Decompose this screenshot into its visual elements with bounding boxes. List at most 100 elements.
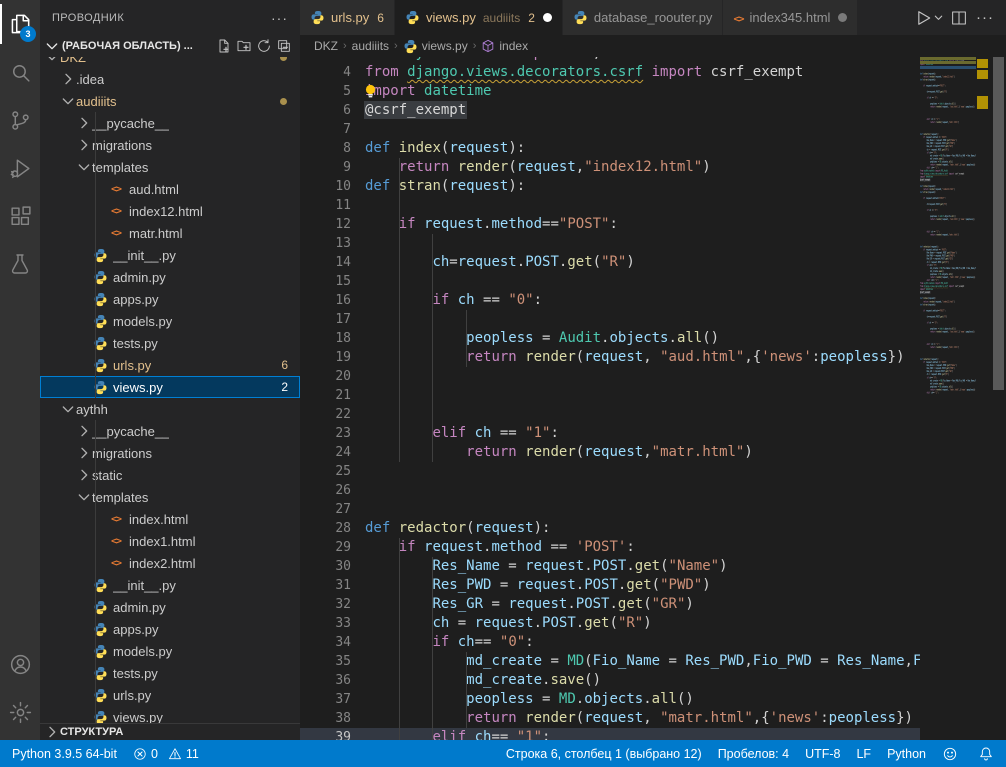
tree-item-templates[interactable]: templates [40, 156, 300, 178]
code-line-7[interactable]: 7 [300, 120, 920, 139]
scrollbar-thumb[interactable] [993, 57, 1004, 390]
tree-item-index2.html[interactable]: <>index2.html [40, 552, 300, 574]
code-line-8[interactable]: 8def index(request): [300, 139, 920, 158]
tree-item-__pycache__[interactable]: __pycache__ [40, 420, 300, 442]
code-line-15[interactable]: 15 [300, 272, 920, 291]
code-line-4[interactable]: 4from django.views.decorators.csrf impor… [300, 63, 920, 82]
tree-item-admin.py[interactable]: admin.py [40, 596, 300, 618]
tree-item-views.py[interactable]: views.py [40, 706, 300, 723]
code-line-12[interactable]: 12 if request.method=="POST": [300, 215, 920, 234]
tree-item-index12.html[interactable]: <>index12.html [40, 200, 300, 222]
tree-item-models.py[interactable]: models.py [40, 310, 300, 332]
code-line-19[interactable]: 19 return render(request, "aud.html",{'n… [300, 348, 920, 367]
run-dropdown[interactable] [930, 5, 946, 31]
tree-item-audiiits[interactable]: audiiits [40, 90, 300, 112]
code-line-29[interactable]: 29 if request.method == 'POST': [300, 538, 920, 557]
breadcrumb-DKZ[interactable]: DKZ [314, 39, 338, 53]
code-line-27[interactable]: 27 [300, 500, 920, 519]
tab-index345.html[interactable]: <>index345.html [723, 0, 858, 35]
tree-item-matr.html[interactable]: <>matr.html [40, 222, 300, 244]
code-editor[interactable]: 3from aythh.models import MD,Audit4from … [300, 57, 1006, 740]
vertical-scrollbar[interactable] [991, 57, 1006, 740]
breadcrumb-index[interactable]: index [481, 39, 528, 53]
tree-item-aud.html[interactable]: <>aud.html [40, 178, 300, 200]
tree-item-index1.html[interactable]: <>index1.html [40, 530, 300, 552]
lightbulb-icon[interactable] [364, 84, 377, 99]
tab-database_roouter.py[interactable]: database_roouter.py [563, 0, 724, 35]
statusbar-python-version[interactable]: Python 3.9.5 64-bit [4, 740, 125, 767]
tree-item-views.py[interactable]: views.py2 [40, 376, 300, 398]
tree-item-tests.py[interactable]: tests.py [40, 332, 300, 354]
statusbar-language-mode[interactable]: Python [879, 740, 934, 767]
tab-urls.py[interactable]: urls.py6 [300, 0, 395, 35]
code-line-16[interactable]: 16 if ch == "0": [300, 291, 920, 310]
code-line-11[interactable]: 11 [300, 196, 920, 215]
tree-item-admin.py[interactable]: admin.py [40, 266, 300, 288]
tree-item-__init__.py[interactable]: __init__.py [40, 574, 300, 596]
statusbar-cursor-position[interactable]: Строка 6, столбец 1 (выбрано 12) [498, 740, 710, 767]
tree-item-index.html[interactable]: <>index.html [40, 508, 300, 530]
sidebar-more-actions-button[interactable]: ··· [271, 10, 288, 26]
statusbar-encoding[interactable]: UTF-8 [797, 740, 848, 767]
tree-item-apps.py[interactable]: apps.py [40, 288, 300, 310]
tree-item-urls.py[interactable]: urls.py6 [40, 354, 300, 376]
activity-explorer[interactable]: 3 [0, 0, 40, 48]
code-line-10[interactable]: 10def stran(request): [300, 177, 920, 196]
new-folder-icon[interactable] [234, 36, 254, 56]
tree-item-models.py[interactable]: models.py [40, 640, 300, 662]
code-line-28[interactable]: 28def redactor(request): [300, 519, 920, 538]
code-line-36[interactable]: 36 md_create.save() [300, 671, 920, 690]
more-actions-button[interactable]: ··· [972, 5, 998, 31]
modified-dot[interactable] [543, 13, 552, 22]
tree-item-aythh[interactable]: aythh [40, 398, 300, 420]
code-line-20[interactable]: 20 [300, 367, 920, 386]
code-line-25[interactable]: 25 [300, 462, 920, 481]
activity-testing[interactable] [0, 240, 40, 288]
code-line-6[interactable]: 6@csrf_exempt [300, 101, 920, 120]
code-line-23[interactable]: 23 elif ch == "1": [300, 424, 920, 443]
outline-section-header[interactable]: СТРУКТУРА [40, 723, 300, 740]
tree-item-DKZ[interactable]: DKZ [40, 57, 300, 68]
tree-item-tests.py[interactable]: tests.py [40, 662, 300, 684]
tree-item-urls.py[interactable]: urls.py [40, 684, 300, 706]
code-line-14[interactable]: 14 ch=request.POST.get("R") [300, 253, 920, 272]
statusbar-feedback[interactable] [934, 740, 970, 767]
code-line-22[interactable]: 22 [300, 405, 920, 424]
code-line-5[interactable]: 5import datetime [300, 82, 920, 101]
breadcrumb-views.py[interactable]: views.py [403, 39, 468, 54]
workspace-section-header[interactable]: (РАБОЧАЯ ОБЛАСТЬ) ... [40, 35, 300, 57]
minimap[interactable]: from aythh.models import MD,Auditfrom dj… [920, 57, 976, 740]
code-line-17[interactable]: 17 [300, 310, 920, 329]
code-line-32[interactable]: 32 Res_GR = request.POST.get("GR") [300, 595, 920, 614]
refresh-icon[interactable] [254, 36, 274, 56]
breadcrumb-audiiits[interactable]: audiiits [352, 39, 389, 53]
tree-item-__pycache__[interactable]: __pycache__ [40, 112, 300, 134]
statusbar-eol[interactable]: LF [848, 740, 879, 767]
tree-item-migrations[interactable]: migrations [40, 134, 300, 156]
statusbar-notifications[interactable] [970, 740, 1006, 767]
tree-item-migrations[interactable]: migrations [40, 442, 300, 464]
tree-item-static[interactable]: static [40, 464, 300, 486]
tree-item-templates[interactable]: templates [40, 486, 300, 508]
code-line-31[interactable]: 31 Res_PWD = request.POST.get("PWD") [300, 576, 920, 595]
code-line-35[interactable]: 35 md_create = MD(Fio_Name = Res_PWD,Fio… [300, 652, 920, 671]
code-line-13[interactable]: 13 [300, 234, 920, 253]
code-line-21[interactable]: 21 [300, 386, 920, 405]
code-line-24[interactable]: 24 return render(request,"matr.html") [300, 443, 920, 462]
modified-dot[interactable] [838, 13, 847, 22]
code-line-30[interactable]: 30 Res_Name = request.POST.get("Name") [300, 557, 920, 576]
activity-extensions[interactable] [0, 192, 40, 240]
activity-source-control[interactable] [0, 96, 40, 144]
statusbar-problems[interactable]: 011 [125, 740, 207, 767]
code-line-39[interactable]: 39 elif ch== "1": [300, 728, 920, 740]
new-file-icon[interactable] [214, 36, 234, 56]
tree-item-__init__.py[interactable]: __init__.py [40, 244, 300, 266]
code-line-34[interactable]: 34 if ch== "0": [300, 633, 920, 652]
activity-account[interactable] [0, 640, 40, 688]
code-line-38[interactable]: 38 return render(request, "matr.html",{'… [300, 709, 920, 728]
statusbar-indentation[interactable]: Пробелов: 4 [710, 740, 797, 767]
activity-run-debug[interactable] [0, 144, 40, 192]
code-line-26[interactable]: 26 [300, 481, 920, 500]
code-line-33[interactable]: 33 ch = request.POST.get("R") [300, 614, 920, 633]
code-line-18[interactable]: 18 peopless = Audit.objects.all() [300, 329, 920, 348]
